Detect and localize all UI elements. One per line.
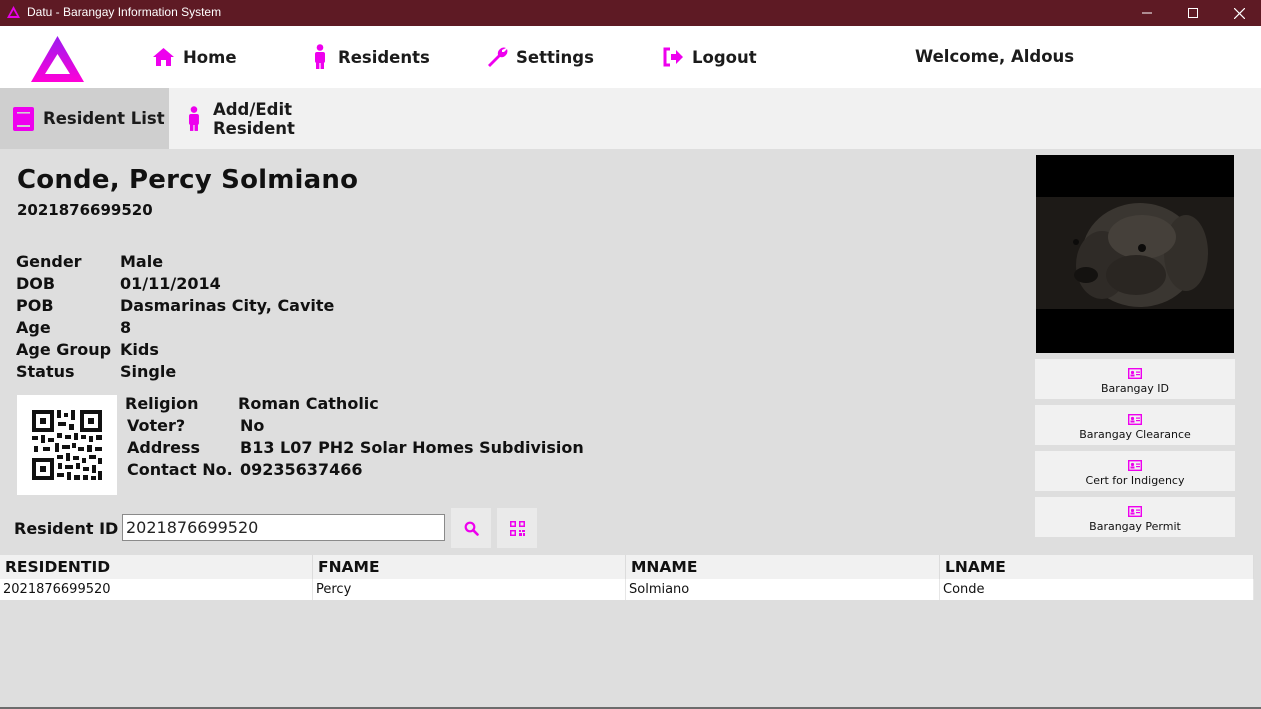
qr-code-image [32,410,102,480]
detail-label-age: Age [16,318,51,337]
resident-id-label: Resident ID [14,519,119,538]
detail-label-age-group: Age Group [16,340,112,359]
barangay-permit-button[interactable]: Barangay Permit [1035,497,1235,537]
tab-resident-list-label: Resident List [43,109,165,128]
detail-label-pob: POB [16,296,54,315]
home-icon [153,48,174,66]
table-cell-lname: Conde [940,579,1254,600]
detail-value-dob: 01/11/2014 [120,274,221,293]
detail-value-gender: Male [120,252,164,271]
resident-table: RESIDENTID FNAME MNAME LNAME 20218766995… [0,555,1254,600]
nav-residents[interactable]: Residents [313,43,430,71]
close-button[interactable] [1216,0,1261,26]
detail-label-dob: DOB [16,274,56,293]
window-titlebar: Datu - Barangay Information System [0,0,1261,26]
detail-label-contact: Contact No. [127,460,233,479]
main-navbar: Home Residents Settings Logout Welcome, … [0,26,1261,88]
detail-value-contact: 09235637466 [240,460,363,479]
detail-values: Male 01/11/2014 Dasmarinas City, Cavite … [120,251,334,383]
tab-resident-list[interactable]: Resident List [0,88,169,149]
nav-logout[interactable]: Logout [662,43,757,71]
id-card-icon [1128,368,1142,379]
wrench-icon [488,47,508,67]
id-card-icon [1128,414,1142,425]
nav-settings[interactable]: Settings [486,43,594,71]
datu-logo [31,36,84,82]
resident-qr-code [17,395,117,495]
detail-value-age: 8 [120,318,132,337]
cert-indigency-button[interactable]: Cert for Indigency [1035,451,1235,491]
table-cell-fname: Percy [313,579,626,600]
logout-icon [663,47,683,67]
sub-navbar: Resident List Add/Edit Resident [0,88,1261,149]
detail-labels-2: Religion Voter? Address Contact No. [125,393,233,481]
person-icon [188,105,199,131]
person-icon [315,44,325,69]
barangay-id-button[interactable]: Barangay ID [1035,359,1235,399]
detail-value-address: B13 L07 PH2 Solar Homes Subdivision [240,438,584,457]
scan-qr-button[interactable] [497,508,537,548]
detail-label-gender: Gender [16,252,82,271]
detail-values-2: Roman Catholic No B13 L07 PH2 Solar Home… [238,393,584,481]
table-header: RESIDENTID FNAME MNAME LNAME [0,555,1254,579]
barangay-clearance-button[interactable]: Barangay Clearance [1035,405,1235,445]
resident-id-input[interactable] [122,514,445,541]
detail-value-religion: Roman Catholic [238,394,379,413]
column-header-lname[interactable]: LNAME [940,555,1254,579]
resident-id-display: 2021876699520 [17,201,153,219]
nav-home-label: Home [183,47,237,67]
detail-label-status: Status [16,362,75,381]
detail-label-address: Address [127,438,201,457]
barangay-id-label: Barangay ID [1101,382,1169,395]
detail-value-age-group: Kids [120,340,159,359]
search-button[interactable] [451,508,491,548]
search-icon [464,521,479,536]
maximize-button[interactable] [1170,0,1216,26]
nav-home[interactable]: Home [152,43,237,71]
welcome-text: Welcome, Aldous [915,47,1075,66]
barangay-permit-label: Barangay Permit [1089,520,1181,533]
close-icon [1233,7,1245,19]
nav-settings-label: Settings [516,47,594,67]
detail-value-status: Single [120,362,177,381]
resident-photo-image [1036,155,1234,353]
resident-name: Conde, Percy Solmiano [17,165,359,195]
tab-add-edit-resident-label: Add/Edit Resident [212,99,295,138]
nav-residents-label: Residents [338,47,430,67]
table-row[interactable]: 2021876699520 Percy Solmiano Conde [0,579,1254,600]
detail-value-pob: Dasmarinas City, Cavite [120,296,335,315]
column-header-mname[interactable]: MNAME [626,555,940,579]
app-logo-icon [7,6,20,18]
tab-add-edit-resident[interactable]: Add/Edit Resident [169,88,379,149]
barangay-clearance-label: Barangay Clearance [1079,428,1191,441]
maximize-icon [1188,8,1198,18]
id-card-icon [1128,506,1142,517]
table-cell-mname: Solmiano [626,579,940,600]
detail-labels: Gender DOB POB Age Age Group Status [16,251,111,383]
minimize-icon [1142,12,1152,14]
column-header-fname[interactable]: FNAME [313,555,626,579]
id-card-icon [1128,460,1142,471]
minimize-button[interactable] [1124,0,1170,26]
column-header-residentid[interactable]: RESIDENTID [0,555,313,579]
detail-value-voter: No [240,416,265,435]
book-icon [13,106,34,131]
resident-photo [1036,155,1234,353]
detail-label-voter: Voter? [127,416,186,435]
window-title: Datu - Barangay Information System [27,5,222,19]
cert-indigency-label: Cert for Indigency [1085,474,1185,487]
table-cell-residentid: 2021876699520 [0,579,313,600]
nav-logout-label: Logout [692,47,757,67]
qr-icon [509,520,525,536]
detail-label-religion: Religion [125,394,199,413]
